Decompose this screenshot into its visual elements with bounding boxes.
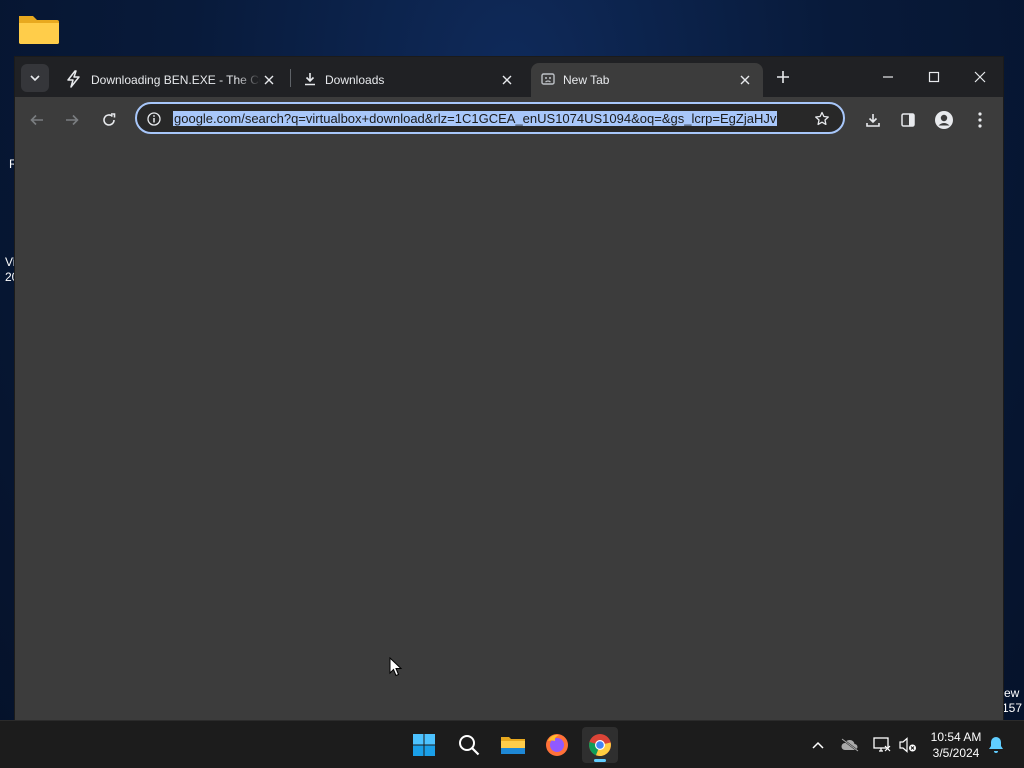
desktop-label-fragment: 157 <box>1002 701 1023 715</box>
minimize-icon <box>883 76 893 78</box>
clock-time: 10:54 AM <box>930 730 982 744</box>
close-window-button[interactable] <box>957 57 1003 97</box>
side-panel-icon <box>901 113 915 127</box>
mouse-cursor-icon <box>389 656 403 677</box>
download-icon <box>866 114 880 127</box>
chrome-icon <box>589 734 611 757</box>
close-icon <box>974 71 986 83</box>
side-panel-button[interactable] <box>895 107 921 133</box>
cloud-offline-icon <box>841 738 859 752</box>
tab-new-tab[interactable]: New Tab <box>531 63 763 97</box>
tab-title: Downloading BEN.EXE - The Computer <box>91 73 261 87</box>
address-bar-url[interactable]: google.com/search?q=virtualbox+download&… <box>173 110 811 128</box>
notifications-button[interactable] <box>986 735 1006 755</box>
downloads-button[interactable] <box>860 107 886 133</box>
desktop-folder-icon[interactable] <box>17 12 61 46</box>
taskbar-search-button[interactable] <box>451 727 487 763</box>
maximize-button[interactable] <box>911 57 957 97</box>
page-content[interactable] <box>15 143 1003 720</box>
kebab-menu-icon <box>978 112 982 128</box>
active-app-indicator <box>594 759 606 762</box>
tab-title: Downloads <box>325 73 385 87</box>
url-text: google.com/search?q=virtualbox+download&… <box>173 111 778 126</box>
chevron-up-icon <box>812 741 824 749</box>
bell-icon <box>989 737 1003 753</box>
minimize-button[interactable] <box>865 57 911 97</box>
arrow-right-icon <box>66 114 79 126</box>
taskbar-firefox[interactable] <box>539 727 575 763</box>
clock-date: 3/5/2024 <box>932 746 980 760</box>
file-explorer-icon <box>501 737 525 754</box>
firefox-icon <box>546 734 568 756</box>
address-bar[interactable]: google.com/search?q=virtualbox+download&… <box>135 102 845 134</box>
network-icon <box>873 737 891 752</box>
new-tab-button[interactable] <box>771 65 795 89</box>
profile-button[interactable] <box>931 107 957 133</box>
speaker-muted-icon <box>899 737 916 753</box>
desktop-label-fragment: ew <box>1004 686 1020 700</box>
arrow-left-icon <box>30 114 43 126</box>
tab-strip: Downloading BEN.EXE - The Computer Downl… <box>15 57 1003 97</box>
chevron-down-icon <box>30 75 40 82</box>
forward-button[interactable] <box>59 107 85 133</box>
network-tray-button[interactable] <box>872 735 892 755</box>
tab-search-button[interactable] <box>21 64 49 92</box>
tab-title: New Tab <box>563 73 610 87</box>
close-tab-icon[interactable] <box>499 72 515 88</box>
lightning-favicon-icon <box>65 69 83 91</box>
desktop-label-fragment: Vi <box>5 255 16 269</box>
plus-icon <box>777 71 789 83</box>
avatar-icon <box>935 111 953 129</box>
bookmark-star-icon[interactable] <box>813 110 831 128</box>
taskbar-clock[interactable]: 10:54 AM 3/5/2024 <box>924 729 988 761</box>
taskbar-file-explorer[interactable] <box>495 727 531 763</box>
back-button[interactable] <box>24 107 50 133</box>
close-tab-icon[interactable] <box>737 72 753 88</box>
search-icon <box>459 735 480 756</box>
onedrive-tray-button[interactable] <box>840 735 860 755</box>
sad-tab-icon <box>541 72 555 89</box>
reload-button[interactable] <box>96 107 122 133</box>
tab-separator <box>290 69 291 87</box>
taskbar-chrome[interactable] <box>582 727 618 763</box>
close-tab-icon[interactable] <box>261 72 277 88</box>
browser-toolbar: google.com/search?q=virtualbox+download&… <box>15 97 1003 143</box>
volume-tray-button[interactable] <box>898 735 918 755</box>
taskbar: 10:54 AM 3/5/2024 <box>0 720 1024 768</box>
maximize-icon <box>928 71 940 83</box>
show-hidden-icons-button[interactable] <box>808 735 828 755</box>
download-favicon-icon <box>303 72 317 89</box>
start-button[interactable] <box>406 727 442 763</box>
tab-downloading-ben[interactable]: Downloading BEN.EXE - The Computer <box>55 63 287 97</box>
tab-downloads[interactable]: Downloads <box>293 63 525 97</box>
site-info-icon[interactable] <box>145 110 163 128</box>
browser-window: Downloading BEN.EXE - The Computer Downl… <box>15 57 1003 720</box>
start-icon <box>413 734 435 756</box>
menu-button[interactable] <box>967 107 993 133</box>
reload-icon <box>103 113 116 126</box>
